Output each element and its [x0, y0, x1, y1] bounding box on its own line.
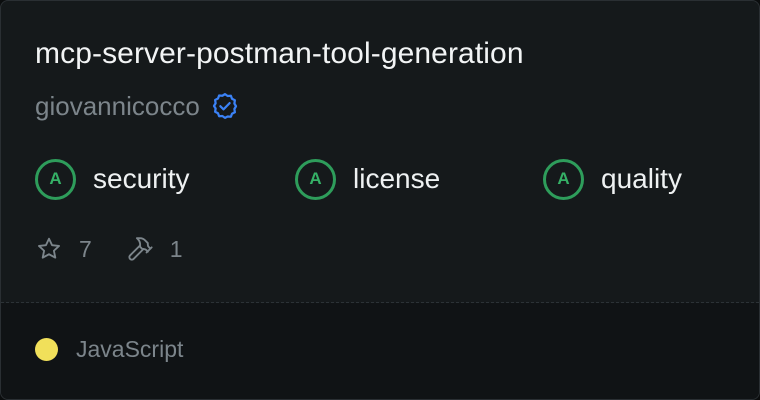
- language-color-dot: [35, 338, 58, 361]
- score-label-quality: quality: [601, 163, 682, 194]
- score-label-security: security: [93, 163, 190, 194]
- server-card[interactable]: mcp-server-postman-tool-generation giova…: [0, 0, 760, 400]
- stars-count: 7: [79, 235, 92, 262]
- stars-stat[interactable]: 7: [35, 235, 92, 263]
- grade-badge: A: [295, 158, 336, 200]
- card-footer: JavaScript: [1, 303, 759, 399]
- hammer-icon: [126, 235, 154, 263]
- stats-row: 7 1: [35, 229, 183, 269]
- star-icon: [35, 235, 63, 263]
- author-row: giovannicocco: [35, 89, 240, 123]
- score-quality[interactable]: A quality: [543, 155, 682, 203]
- verified-badge-icon: [210, 91, 240, 121]
- score-security[interactable]: A security: [35, 155, 189, 203]
- tools-stat[interactable]: 1: [126, 235, 183, 263]
- language-tag: JavaScript: [35, 336, 183, 363]
- server-title[interactable]: mcp-server-postman-tool-generation: [35, 34, 524, 74]
- language-name: JavaScript: [76, 336, 184, 362]
- grade-badge: A: [35, 158, 76, 200]
- grade-badge: A: [543, 158, 584, 200]
- author-name[interactable]: giovannicocco: [35, 91, 200, 122]
- score-license[interactable]: A license: [295, 155, 440, 203]
- score-row: A security A license A quality: [1, 155, 759, 203]
- tools-count: 1: [169, 235, 183, 262]
- score-label-license: license: [353, 163, 441, 194]
- card-main: mcp-server-postman-tool-generation giova…: [1, 1, 759, 302]
